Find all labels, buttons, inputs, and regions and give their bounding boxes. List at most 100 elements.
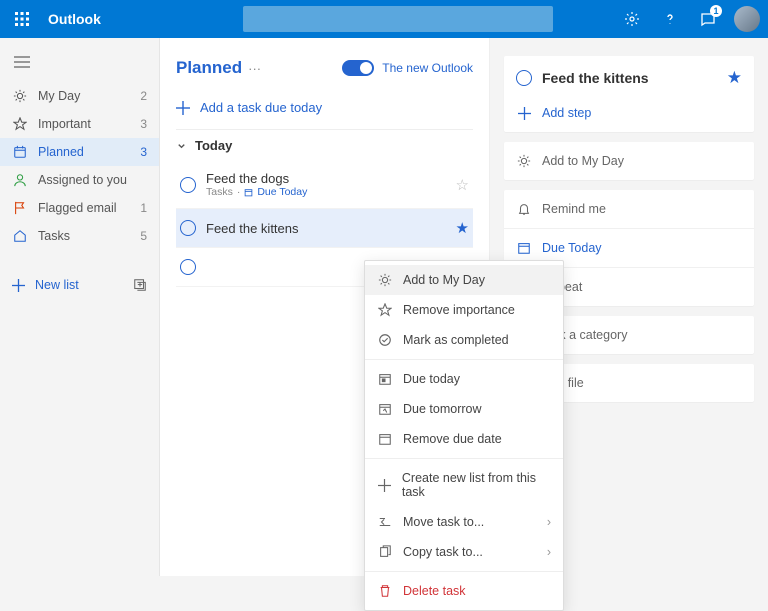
sidebar: My Day 2 Important 3 Planned 3 Assigned … [0,38,160,576]
sidebar-item-label: Assigned to you [38,173,127,187]
cm-label: Delete task [403,584,466,598]
hamburger-icon[interactable] [0,52,159,82]
add-task-button[interactable]: Add a task due today [176,92,473,129]
divider [365,359,563,360]
detail-title[interactable]: Feed the kittens [542,70,717,86]
cm-due-today[interactable]: Due today [365,364,563,394]
cm-label: Remove due date [403,432,502,446]
search-wrap [243,6,553,32]
remind-me-button[interactable]: Remind me [504,190,754,228]
detail-header: Feed the kittens ★ [504,56,754,94]
cm-label: Add to My Day [403,273,485,287]
toggle-label: The new Outlook [382,61,473,75]
notification-badge: 1 [710,5,722,17]
complete-circle[interactable] [180,220,196,236]
settings-icon[interactable] [620,7,644,31]
cm-add-myday[interactable]: Add to My Day [365,265,563,295]
new-list-label: New list [35,278,79,292]
search-input[interactable] [243,6,553,32]
plus-icon [12,279,25,292]
cm-due-tomorrow[interactable]: Due tomorrow [365,394,563,424]
avatar[interactable] [734,6,760,32]
section-today[interactable]: Today [176,129,473,161]
help-icon[interactable] [658,7,682,31]
main-panel: Planned ··· The new Outlook Add a task d… [160,38,490,576]
new-list-group-icon[interactable] [133,278,147,292]
divider [365,458,563,459]
task-meta: Tasks· Due Today [206,186,446,198]
chevron-right-icon: › [547,545,551,559]
sidebar-item-count: 3 [140,117,147,131]
cm-remove-due[interactable]: Remove due date [365,424,563,454]
context-menu: Add to My Day Remove importance Mark as … [364,260,564,611]
app-launcher-icon[interactable] [8,5,36,33]
move-icon [377,515,393,529]
task-row[interactable]: Feed the kittens ★ [176,209,473,248]
cm-label: Due tomorrow [403,402,482,416]
cm-label: Due today [403,372,460,386]
more-options-icon[interactable]: ··· [248,61,261,76]
star-icon [12,117,28,131]
cm-label: Copy task to... [403,545,483,559]
copy-icon [377,545,393,559]
calendar-today-icon [377,372,393,386]
app-name: Outlook [48,11,101,27]
page-title: Planned [176,58,242,78]
label: Add to My Day [542,154,624,168]
sun-icon [12,89,28,103]
task-row[interactable]: Feed the dogs Tasks· Due Today ☆ [176,161,473,209]
complete-circle[interactable] [180,177,196,193]
star-icon[interactable]: ☆ [456,176,469,194]
label: Add step [542,106,591,120]
complete-circle[interactable] [180,259,196,275]
calendar-tomorrow-icon [377,402,393,416]
trash-icon [377,584,393,598]
sidebar-item-important[interactable]: Important 3 [0,110,159,138]
chevron-right-icon: › [547,515,551,529]
bell-icon [516,202,532,216]
task-title: Feed the dogs [206,171,446,186]
cm-delete-task[interactable]: Delete task [365,576,563,606]
new-outlook-toggle[interactable] [342,60,374,76]
sidebar-item-label: Flagged email [38,201,117,215]
star-icon [377,303,393,317]
cm-label: Move task to... [403,515,484,529]
section-label: Today [195,138,232,153]
sidebar-item-label: Planned [38,145,84,159]
flag-icon [12,201,28,215]
topbar-right: 1 [620,6,760,32]
sidebar-item-count: 1 [140,201,147,215]
cm-remove-importance[interactable]: Remove importance [365,295,563,325]
sidebar-item-myday[interactable]: My Day 2 [0,82,159,110]
topbar: Outlook 1 [0,0,768,38]
star-icon[interactable]: ★ [456,219,469,237]
sun-icon [377,273,393,287]
sidebar-item-flagged[interactable]: Flagged email 1 [0,194,159,222]
plus-icon [516,107,532,120]
calendar-icon [12,145,28,159]
complete-circle[interactable] [516,70,532,86]
sidebar-item-assigned[interactable]: Assigned to you [0,166,159,194]
add-to-myday-button[interactable]: Add to My Day [504,142,754,180]
cm-mark-completed[interactable]: Mark as completed [365,325,563,355]
new-list-button[interactable]: New list [0,264,159,306]
notifications-icon[interactable]: 1 [696,7,720,31]
add-step-button[interactable]: Add step [504,94,754,132]
sidebar-item-label: Tasks [38,229,70,243]
home-icon [12,229,28,243]
add-task-label: Add a task due today [200,100,322,115]
sun-icon [516,154,532,168]
sidebar-item-planned[interactable]: Planned 3 [0,138,159,166]
sidebar-item-count: 3 [140,145,147,159]
cm-copy-task[interactable]: Copy task to... › [365,537,563,567]
task-title: Feed the kittens [206,221,446,236]
sidebar-item-count: 2 [140,89,147,103]
cm-label: Mark as completed [403,333,509,347]
cm-move-task[interactable]: Move task to... › [365,507,563,537]
sidebar-item-label: Important [38,117,91,131]
sidebar-item-tasks[interactable]: Tasks 5 [0,222,159,250]
star-icon[interactable]: ★ [727,68,742,88]
cm-new-list[interactable]: Create new list from this task [365,463,563,507]
chevron-down-icon [176,140,187,151]
sidebar-item-label: My Day [38,89,80,103]
